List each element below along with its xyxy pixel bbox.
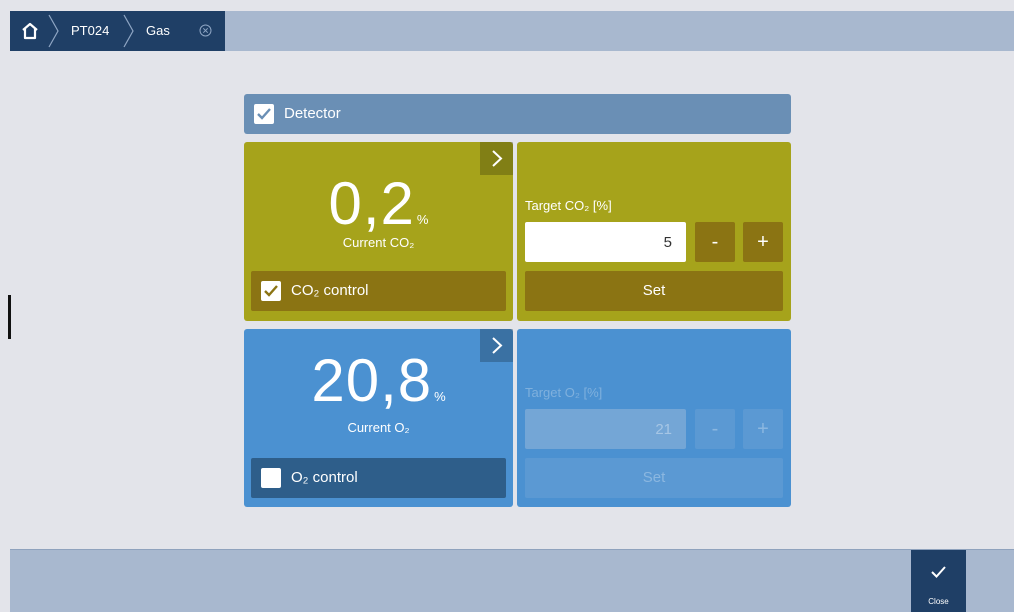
close-circle-icon[interactable] <box>199 24 212 37</box>
o2-unit: % <box>434 389 446 404</box>
home-icon[interactable] <box>20 21 40 41</box>
o2-decrement-button[interactable]: - <box>695 409 735 449</box>
detector-label: Detector <box>284 105 341 122</box>
chevron-right-icon <box>123 11 135 51</box>
co2-control-checkbox[interactable] <box>261 281 281 301</box>
breadcrumb: PT024 Gas <box>10 11 225 51</box>
o2-target-input[interactable] <box>525 409 686 449</box>
o2-value-number: 20,8 <box>311 347 433 414</box>
co2-increment-button[interactable]: + <box>743 222 783 262</box>
co2-value-number: 0,2 <box>328 170 415 237</box>
co2-control-label: CO₂ control <box>291 282 369 299</box>
co2-unit: % <box>416 212 429 227</box>
co2-decrement-button[interactable]: - <box>695 222 735 262</box>
o2-control-label: O₂ control <box>291 469 358 486</box>
o2-current-label: Current O₂ <box>347 420 410 435</box>
o2-set-button[interactable]: Set <box>525 458 783 498</box>
checkmark-icon <box>931 566 946 578</box>
co2-expand-button[interactable] <box>480 142 513 175</box>
co2-target-input[interactable] <box>525 222 686 262</box>
o2-current-value: 20,8% <box>244 351 513 427</box>
o2-target-tile: Target O₂ [%] - + Set <box>517 329 791 507</box>
chevron-right-icon <box>48 11 60 51</box>
breadcrumb-item-gas[interactable]: Gas <box>146 11 170 51</box>
top-bar: PT024 Gas <box>10 11 1014 51</box>
co2-current-label: Current CO₂ <box>342 235 415 250</box>
detector-checkbox[interactable] <box>254 104 274 124</box>
o2-target-label: Target O₂ [%] <box>525 385 603 400</box>
o2-current-tile: 20,8% Current O₂ O₂ control <box>244 329 513 507</box>
breadcrumb-item-pt024[interactable]: PT024 <box>71 11 109 51</box>
o2-increment-button[interactable]: + <box>743 409 783 449</box>
co2-current-tile: 0,2% Current CO₂ CO₂ control <box>244 142 513 321</box>
close-button[interactable]: Close <box>911 550 966 612</box>
co2-target-tile: Target CO₂ [%] - + Set <box>517 142 791 321</box>
bottom-bar <box>10 550 1014 612</box>
window-edge-marker <box>8 295 11 339</box>
co2-set-button[interactable]: Set <box>525 271 783 311</box>
detector-toggle[interactable]: Detector <box>244 94 791 134</box>
co2-target-label: Target CO₂ [%] <box>525 198 612 213</box>
o2-control-checkbox[interactable] <box>261 468 281 488</box>
close-label: Close <box>928 597 949 606</box>
o2-control-toggle[interactable]: O₂ control <box>251 458 506 498</box>
co2-control-toggle[interactable]: CO₂ control <box>251 271 506 311</box>
